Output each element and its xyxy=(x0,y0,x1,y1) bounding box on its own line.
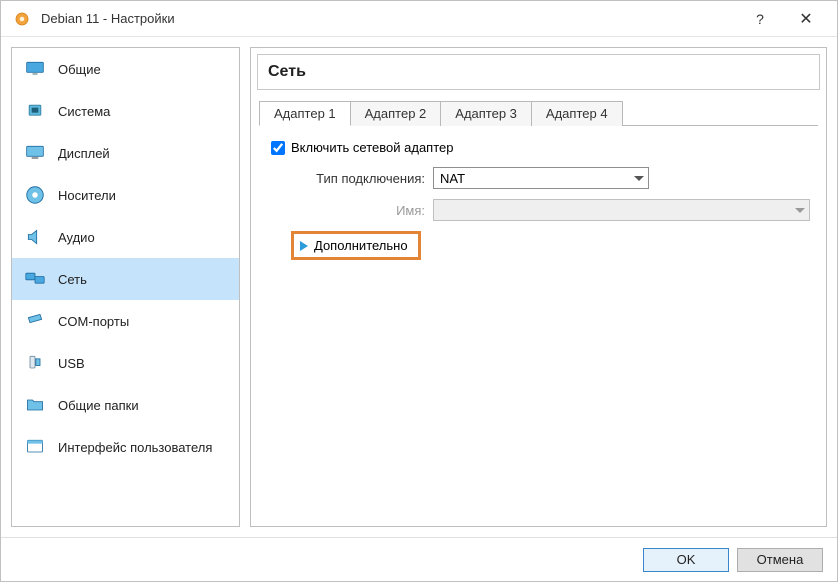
sidebar-item-user-interface[interactable]: Интерфейс пользователя xyxy=(12,426,239,468)
sidebar-item-shared-folders[interactable]: Общие папки xyxy=(12,384,239,426)
attached-to-label: Тип подключения: xyxy=(267,171,433,186)
close-button[interactable]: ✕ xyxy=(783,1,829,37)
content-area: Общие Система Дисплей Носители Аудио Сет… xyxy=(1,37,837,537)
attached-to-combo[interactable]: NAT xyxy=(433,167,649,189)
monitor-icon xyxy=(22,58,48,80)
titlebar: Debian 11 - Настройки ? ✕ xyxy=(1,1,837,37)
sidebar-item-storage[interactable]: Носители xyxy=(12,174,239,216)
serial-icon xyxy=(22,310,48,332)
sidebar-item-label: Дисплей xyxy=(48,146,110,161)
network-icon xyxy=(22,268,48,290)
page-title: Сеть xyxy=(268,63,809,81)
chevron-down-icon xyxy=(795,208,805,213)
settings-window: Debian 11 - Настройки ? ✕ Общие Система … xyxy=(0,0,838,582)
cancel-button[interactable]: Отмена xyxy=(737,548,823,572)
disk-icon xyxy=(22,184,48,206)
enable-adapter-checkbox[interactable] xyxy=(271,141,285,155)
help-button[interactable]: ? xyxy=(737,1,783,37)
sidebar-item-label: Носители xyxy=(48,188,116,203)
triangle-right-icon xyxy=(300,241,308,251)
tab-adapter-1[interactable]: Адаптер 1 xyxy=(259,101,351,126)
chevron-down-icon xyxy=(634,176,644,181)
sidebar-item-label: Общие xyxy=(48,62,101,77)
sidebar-item-system[interactable]: Система xyxy=(12,90,239,132)
folder-icon xyxy=(22,394,48,416)
sidebar-item-label: Сеть xyxy=(48,272,87,287)
sidebar: Общие Система Дисплей Носители Аудио Сет… xyxy=(11,47,240,527)
sidebar-item-label: Система xyxy=(48,104,110,119)
sidebar-item-label: Общие папки xyxy=(48,398,139,413)
tab-adapter-4[interactable]: Адаптер 4 xyxy=(532,101,623,126)
adapter-panel: Включить сетевой адаптер Тип подключения… xyxy=(259,126,818,260)
sidebar-item-label: USB xyxy=(48,356,85,371)
sidebar-item-network[interactable]: Сеть xyxy=(12,258,239,300)
sidebar-item-audio[interactable]: Аудио xyxy=(12,216,239,258)
enable-adapter-row: Включить сетевой адаптер xyxy=(267,140,810,155)
main-panel: Сеть Адаптер 1 Адаптер 2 Адаптер 3 Адапт… xyxy=(250,47,827,527)
sidebar-item-label: COM-порты xyxy=(48,314,129,329)
chip-icon xyxy=(22,100,48,122)
name-combo[interactable] xyxy=(433,199,810,221)
usb-icon xyxy=(22,352,48,374)
window-title: Debian 11 - Настройки xyxy=(35,11,737,26)
tabs: Адаптер 1 Адаптер 2 Адаптер 3 Адаптер 4 xyxy=(259,100,818,126)
main-heading-area: Сеть xyxy=(257,54,820,90)
attached-to-value: NAT xyxy=(440,171,465,186)
sidebar-item-label: Аудио xyxy=(48,230,95,245)
dialog-footer: OK Отмена xyxy=(1,537,837,581)
speaker-icon xyxy=(22,226,48,248)
tabs-wrap: Адаптер 1 Адаптер 2 Адаптер 3 Адаптер 4 … xyxy=(259,100,818,260)
display-icon xyxy=(22,142,48,164)
enable-adapter-label: Включить сетевой адаптер xyxy=(291,140,453,155)
advanced-expander[interactable]: Дополнительно xyxy=(291,231,421,260)
sidebar-item-general[interactable]: Общие xyxy=(12,48,239,90)
name-label: Имя: xyxy=(267,203,433,218)
tab-adapter-3[interactable]: Адаптер 3 xyxy=(441,101,532,126)
tab-adapter-2[interactable]: Адаптер 2 xyxy=(351,101,442,126)
sidebar-item-display[interactable]: Дисплей xyxy=(12,132,239,174)
sidebar-item-label: Интерфейс пользователя xyxy=(48,440,212,455)
window-icon xyxy=(22,436,48,458)
ok-button[interactable]: OK xyxy=(643,548,729,572)
sidebar-item-usb[interactable]: USB xyxy=(12,342,239,384)
advanced-label: Дополнительно xyxy=(314,238,408,253)
sidebar-item-serial[interactable]: COM-порты xyxy=(12,300,239,342)
app-icon xyxy=(9,8,35,30)
